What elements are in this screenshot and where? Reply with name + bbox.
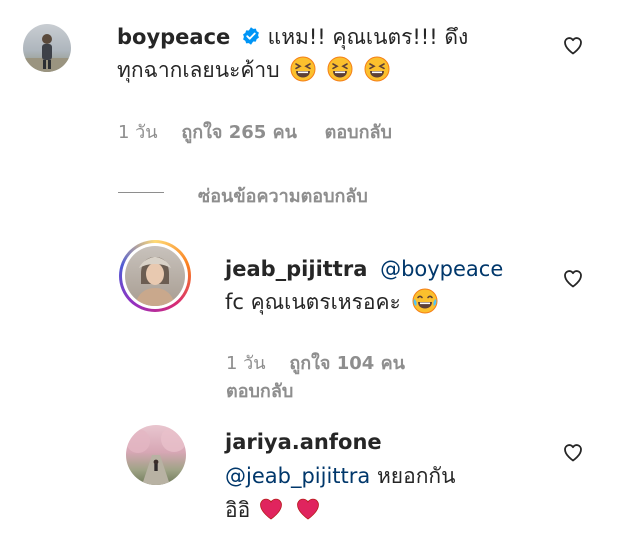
likes-count[interactable]: ถูกใจ 104 คน <box>289 353 405 374</box>
face-with-tears-of-joy-icon <box>412 288 438 314</box>
story-ring[interactable] <box>119 240 191 312</box>
reply-text-line: @jeab_pijittra หยอกกัน <box>225 460 456 492</box>
grinning-squinting-face-icon <box>327 56 353 82</box>
divider-line <box>118 192 164 193</box>
reply-text: fc คุณเนตรเหรอคะ <box>225 290 408 314</box>
comment-text: แหม!! คุณเนตร!!! ดึง <box>267 25 469 49</box>
comment-body-boypeace: boypeace แหม!! คุณเนตร!!! ดึง <box>117 21 468 53</box>
username-boypeace[interactable]: boypeace <box>117 25 230 49</box>
username-jeab_pijittra[interactable]: jeab_pijittra <box>225 257 367 281</box>
username-jariya.anfone[interactable]: jariya.anfone <box>225 430 382 454</box>
hide-replies-label: ซ่อนข้อความตอบกลับ <box>198 186 368 207</box>
grinning-squinting-face-icon <box>364 56 390 82</box>
avatar-image <box>135 257 175 306</box>
comment-time[interactable]: 1 วัน <box>118 122 158 143</box>
avatar-image <box>126 426 186 485</box>
reply-meta-jeab_pijittra: 1 วัน ถูกใจ 104 คน <box>226 348 405 377</box>
reply-button-wrap: ตอบกลับ <box>226 376 293 405</box>
reply-button[interactable]: ตอบกลับ <box>226 381 293 402</box>
reply-text-line3: อิอิ <box>225 494 321 526</box>
like-heart-icon[interactable] <box>561 266 585 290</box>
red-heart-icon <box>296 498 319 520</box>
comment-text-line2: ทุกฉากเลยนะค้าบ <box>117 54 390 86</box>
comment-meta-boypeace: 1 วัน ถูกใจ 265 คน ตอบกลับ <box>118 117 392 146</box>
avatar-jariya.anfone[interactable] <box>126 425 186 485</box>
reply-text-line: fc คุณเนตรเหรอคะ <box>225 286 438 318</box>
like-heart-icon[interactable] <box>561 440 585 464</box>
likes-count[interactable]: ถูกใจ 265 คน <box>181 122 297 143</box>
avatar-jeab_pijittra <box>125 246 185 306</box>
reply-text: หยอกกัน <box>370 464 456 488</box>
comment-text-cont: ทุกฉากเลยนะค้าบ <box>117 58 287 82</box>
avatar-image <box>23 34 71 72</box>
avatar-boypeace[interactable] <box>23 24 71 72</box>
mention-link[interactable]: @jeab_pijittra <box>225 464 370 488</box>
reply-body-jeab_pijittra: jeab_pijittra @boypeace <box>225 253 503 285</box>
verified-badge-icon <box>243 27 259 45</box>
like-heart-icon[interactable] <box>561 33 585 57</box>
reply-body-jariya.anfone: jariya.anfone <box>225 426 382 458</box>
mention-link[interactable]: @boypeace <box>380 257 503 281</box>
reply-button[interactable]: ตอบกลับ <box>325 122 392 143</box>
grinning-squinting-face-icon <box>290 56 316 82</box>
red-heart-icon <box>260 498 282 520</box>
hide-replies-button[interactable]: ซ่อนข้อความตอบกลับ <box>198 181 368 210</box>
reply-time[interactable]: 1 วัน <box>226 353 266 374</box>
reply-text-cont: อิอิ <box>225 498 251 522</box>
